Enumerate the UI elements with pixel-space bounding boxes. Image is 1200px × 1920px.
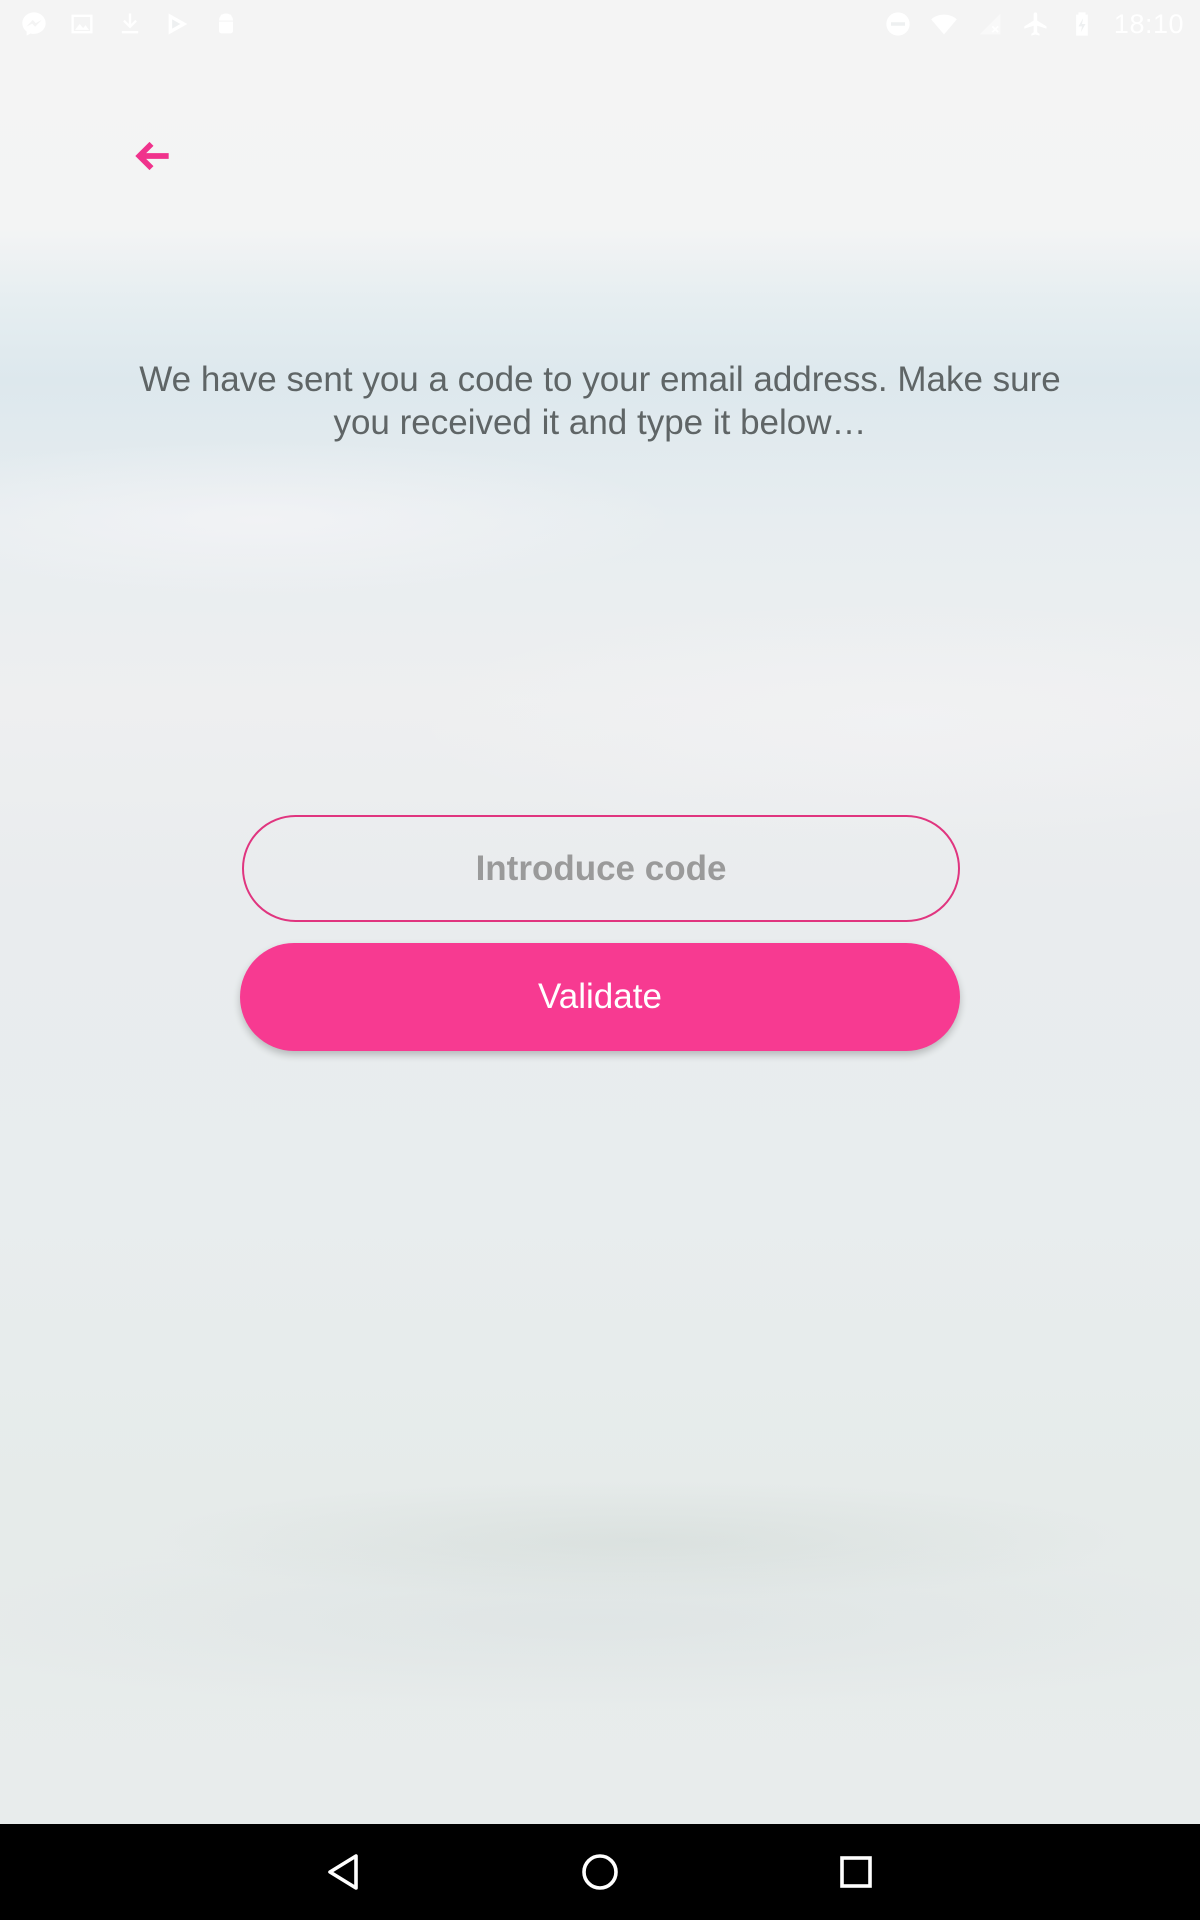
back-button[interactable] [124,130,180,182]
navigation-bar [0,1824,1200,1920]
arrow-left-icon [135,141,169,171]
messenger-icon [20,10,48,38]
notification-icons [20,8,240,40]
nav-back-button[interactable] [314,1842,374,1902]
play-store-icon [164,10,192,38]
do-not-disturb-icon [884,10,912,38]
code-input[interactable] [242,815,960,922]
wifi-icon [930,10,958,38]
android-icon [212,10,240,38]
image-icon [68,10,96,38]
status-time: 18:10 [1113,8,1184,39]
nav-recents-icon [840,1856,872,1888]
airplane-mode-icon [1022,10,1050,38]
download-icon [116,10,144,38]
nav-recents-button[interactable] [826,1842,886,1902]
nav-home-icon [582,1854,618,1890]
status-bar: 18:10 [0,0,1200,48]
battery-charging-icon [1068,10,1096,38]
validate-button[interactable]: Validate [240,943,960,1051]
nav-back-icon [328,1854,358,1890]
nav-home-button[interactable] [570,1842,630,1902]
app-screen: 18:10 We have sent you a code to your em… [0,0,1200,1824]
no-signal-icon [976,10,1004,38]
instruction-message: We have sent you a code to your email ad… [139,360,1061,442]
system-status-icons: 18:10 [884,8,1184,40]
